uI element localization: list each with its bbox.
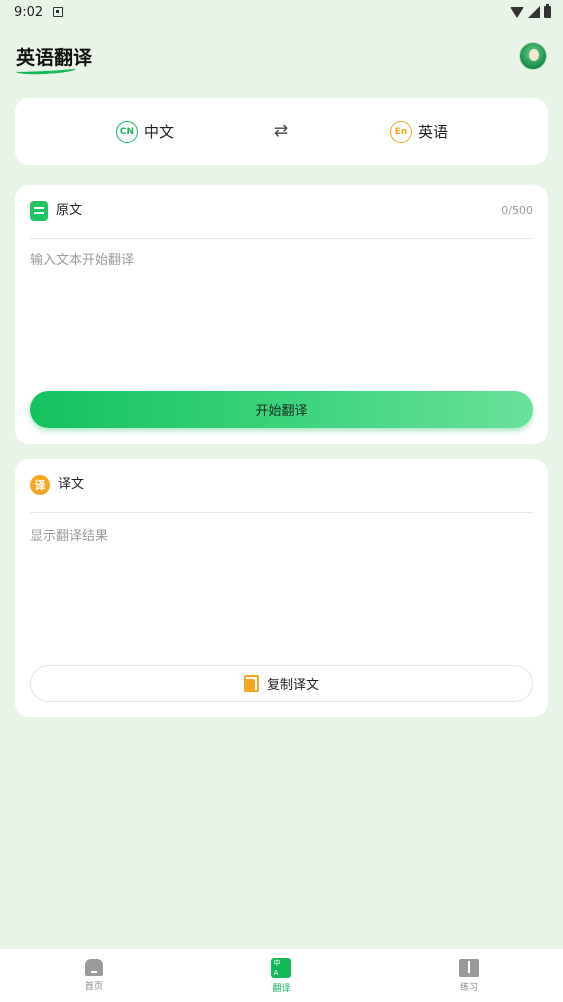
nav-item-translate[interactable]: 中A 翻译 <box>221 957 341 994</box>
book-icon <box>459 958 480 977</box>
status-left: 9:02 <box>14 4 64 20</box>
result-placeholder-text: 显示翻译结果 <box>30 529 109 544</box>
translation-badge-icon: 译 <box>30 475 50 495</box>
page-title-text: 英语翻译 <box>16 46 93 69</box>
status-time: 9:02 <box>14 4 44 20</box>
nav-item-home[interactable]: 首页 <box>34 959 154 992</box>
translate-icon: 中A <box>271 957 292 978</box>
source-title: 原文 <box>56 203 83 218</box>
battery-icon <box>544 4 551 18</box>
home-icon <box>84 959 103 976</box>
target-language-label: 英语 <box>418 123 449 141</box>
signal-icon <box>528 6 540 18</box>
notification-app-icon <box>53 7 64 17</box>
char-count: 0/500 <box>501 204 533 217</box>
app-header: 英语翻译 <box>0 36 563 76</box>
swap-languages-icon[interactable]: ⇄ <box>273 118 289 144</box>
nav-item-practice[interactable]: 练习 <box>409 958 529 993</box>
nav-item-label: 练习 <box>460 982 479 993</box>
source-card-header: 原文 0/500 <box>30 199 533 239</box>
page-title: 英语翻译 <box>15 43 93 76</box>
source-language-label: 中文 <box>144 123 175 141</box>
target-language-button[interactable]: En 英语 <box>390 98 448 165</box>
wifi-icon <box>510 6 524 18</box>
result-card: 译 译文 显示翻译结果 复制译文 <box>15 459 548 717</box>
source-text-card: 原文 0/500 开始翻译 <box>15 185 548 444</box>
bottom-nav: 首页 中A 翻译 练习 <box>0 949 563 1002</box>
result-title: 译文 <box>58 477 85 492</box>
nav-item-label: 首页 <box>84 982 103 992</box>
avatar-icon[interactable] <box>519 42 547 70</box>
result-card-header: 译 译文 <box>30 473 533 513</box>
start-translate-button[interactable]: 开始翻译 <box>30 391 533 428</box>
status-right <box>510 4 551 18</box>
source-language-button[interactable]: CN 中文 <box>116 98 174 165</box>
en-badge-icon: En <box>390 120 412 143</box>
language-selector-card: CN 中文 ⇄ En 英语 <box>15 98 548 165</box>
copy-translation-button[interactable]: 复制译文 <box>30 665 533 702</box>
nav-item-label: 翻译 <box>272 983 291 994</box>
status-bar: 9:02 <box>0 0 563 24</box>
cn-badge-icon: CN <box>116 120 138 143</box>
document-icon <box>30 201 48 221</box>
copy-icon <box>243 675 259 692</box>
copy-button-label: 复制译文 <box>266 678 319 693</box>
source-text-input[interactable] <box>30 249 533 369</box>
